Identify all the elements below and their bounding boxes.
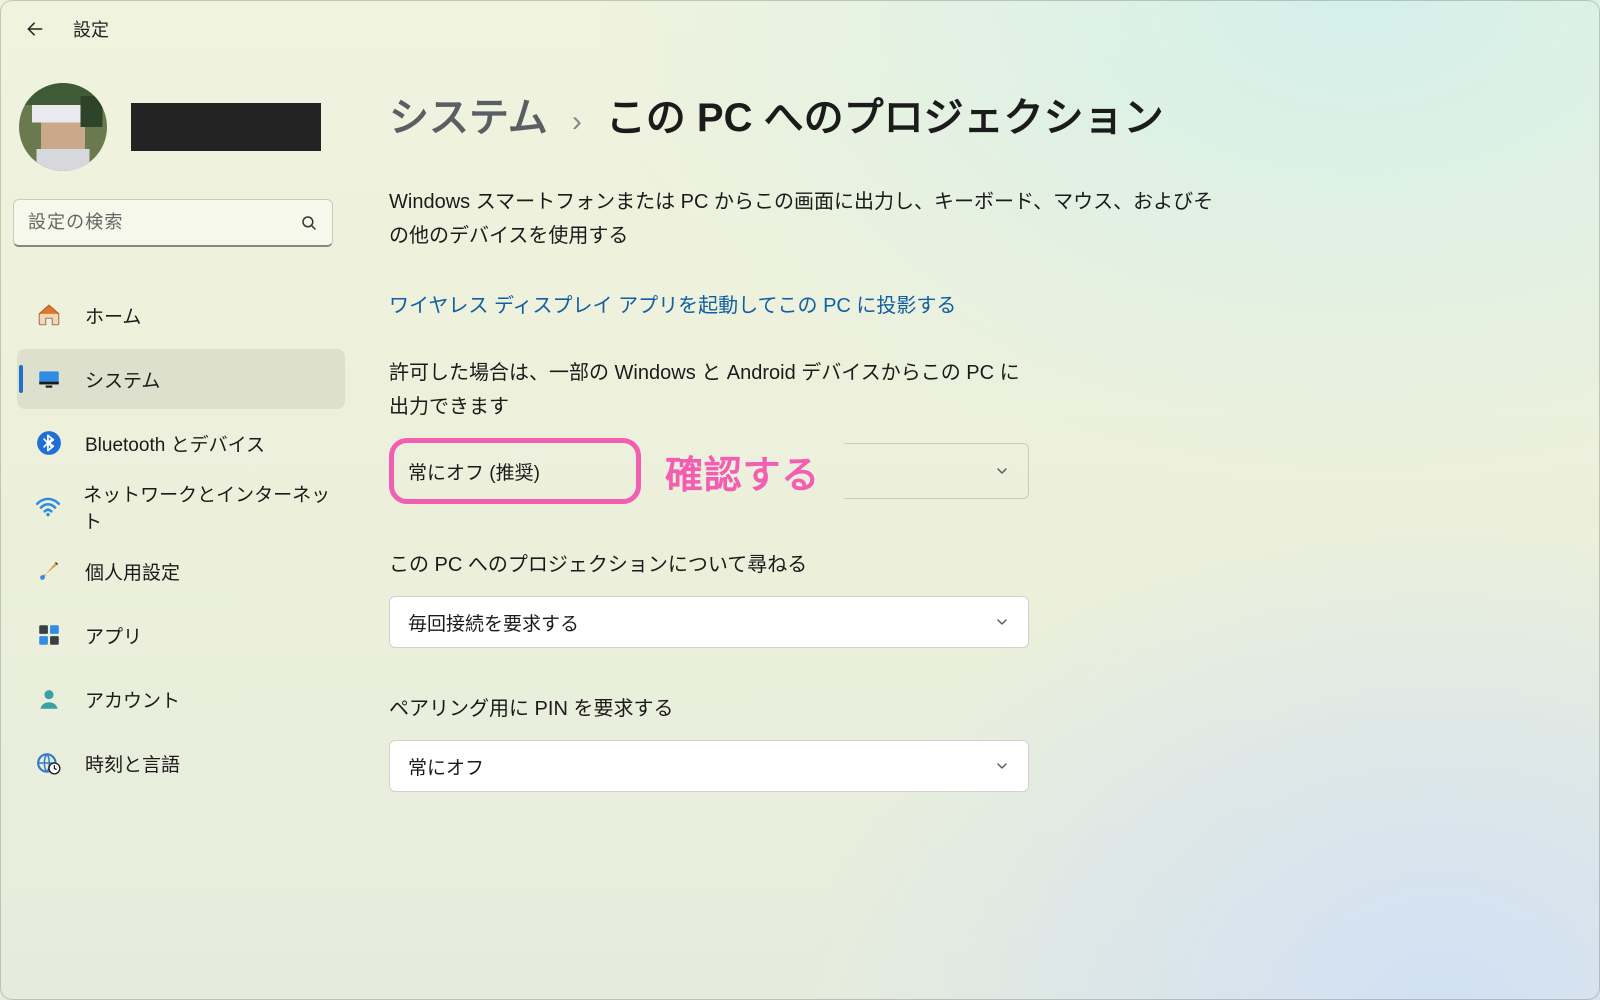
page-description: Windows スマートフォンまたは PC からこの画面に出力し、キーボード、マ… (389, 185, 1219, 253)
avatar (19, 83, 107, 171)
sidebar-item-time-language[interactable]: 時刻と言語 (17, 733, 345, 793)
chevron-down-icon (994, 614, 1010, 630)
home-icon (35, 301, 63, 329)
chevron-down-icon (994, 758, 1010, 774)
person-icon (35, 685, 63, 713)
require-pin-dropdown[interactable]: 常にオフ (389, 740, 1029, 792)
sidebar-item-label: ネットワークとインターネット (83, 480, 331, 534)
dropdown-value: 常にオフ (推奨) (408, 458, 540, 485)
avatar-pixelated-icon (19, 83, 107, 171)
setting-label: ペアリング用に PIN を要求する (389, 692, 1029, 726)
setting-allow-projection: 許可した場合は、一部の Windows と Android デバイスからこの P… (389, 356, 1029, 504)
sidebar-item-label: Bluetooth とデバイス (85, 430, 265, 457)
sidebar-item-home[interactable]: ホーム (17, 285, 345, 345)
sidebar-item-label: ホーム (85, 302, 141, 329)
setting-require-pin: ペアリング用に PIN を要求する 常にオフ (389, 692, 1029, 792)
window-title: 設定 (73, 16, 109, 42)
profile-section[interactable] (13, 73, 353, 191)
nav: ホーム システム Bluetooth とデバイス (13, 285, 353, 793)
back-arrow-icon (25, 19, 45, 39)
sidebar-item-label: アカウント (85, 686, 180, 713)
dropdown-value: 毎回接続を要求する (408, 609, 579, 636)
sidebar-item-apps[interactable]: アプリ (17, 605, 345, 665)
allow-projection-dropdown[interactable]: 常にオフ (推奨) (398, 447, 632, 495)
search-icon (300, 214, 318, 232)
sidebar-item-system[interactable]: システム (17, 349, 345, 409)
search-input[interactable] (28, 212, 300, 233)
titlebar: 設定 (1, 1, 1599, 57)
sidebar-item-network[interactable]: ネットワークとインターネット (17, 477, 345, 537)
main-content: システム › この PC へのプロジェクション Windows スマートフォンま… (353, 57, 1599, 999)
annotation-text: 確認する (665, 444, 820, 499)
allow-projection-dropdown-chevron-area[interactable] (844, 443, 1029, 499)
bluetooth-icon (35, 429, 63, 457)
sidebar-item-accounts[interactable]: アカウント (17, 669, 345, 729)
breadcrumb-root[interactable]: システム (389, 85, 548, 143)
paintbrush-icon (35, 557, 63, 585)
sidebar-item-personalization[interactable]: 個人用設定 (17, 541, 345, 601)
settings-window: 設定 (0, 0, 1600, 1000)
setting-label: この PC へのプロジェクションについて尋ねる (389, 548, 1029, 582)
wifi-icon (35, 493, 61, 521)
launch-wireless-display-link[interactable]: ワイヤレス ディスプレイ アプリを起動してこの PC に投影する (389, 289, 956, 318)
ask-projection-dropdown[interactable]: 毎回接続を要求する (389, 596, 1029, 648)
chevron-right-icon: › (572, 105, 582, 139)
body: ホーム システム Bluetooth とデバイス (1, 57, 1599, 999)
sidebar-item-bluetooth[interactable]: Bluetooth とデバイス (17, 413, 345, 473)
page-title: この PC へのプロジェクション (606, 85, 1164, 143)
apps-icon (35, 621, 63, 649)
annotation-highlight-box: 常にオフ (推奨) (389, 438, 641, 504)
dropdown-value: 常にオフ (408, 753, 484, 780)
profile-name-redacted (131, 103, 321, 151)
chevron-down-icon (994, 463, 1010, 479)
sidebar-item-label: システム (85, 366, 160, 393)
globe-clock-icon (35, 749, 63, 777)
breadcrumb: システム › この PC へのプロジェクション (389, 85, 1559, 143)
back-button[interactable] (17, 11, 53, 47)
setting-ask-projection: この PC へのプロジェクションについて尋ねる 毎回接続を要求する (389, 548, 1029, 648)
sidebar-item-label: アプリ (85, 622, 142, 649)
setting-label: 許可した場合は、一部の Windows と Android デバイスからこの P… (389, 356, 1029, 424)
system-icon (35, 365, 63, 393)
sidebar: ホーム システム Bluetooth とデバイス (1, 57, 353, 999)
sidebar-item-label: 個人用設定 (85, 558, 180, 585)
sidebar-item-label: 時刻と言語 (85, 750, 180, 777)
search-box[interactable] (13, 199, 333, 247)
